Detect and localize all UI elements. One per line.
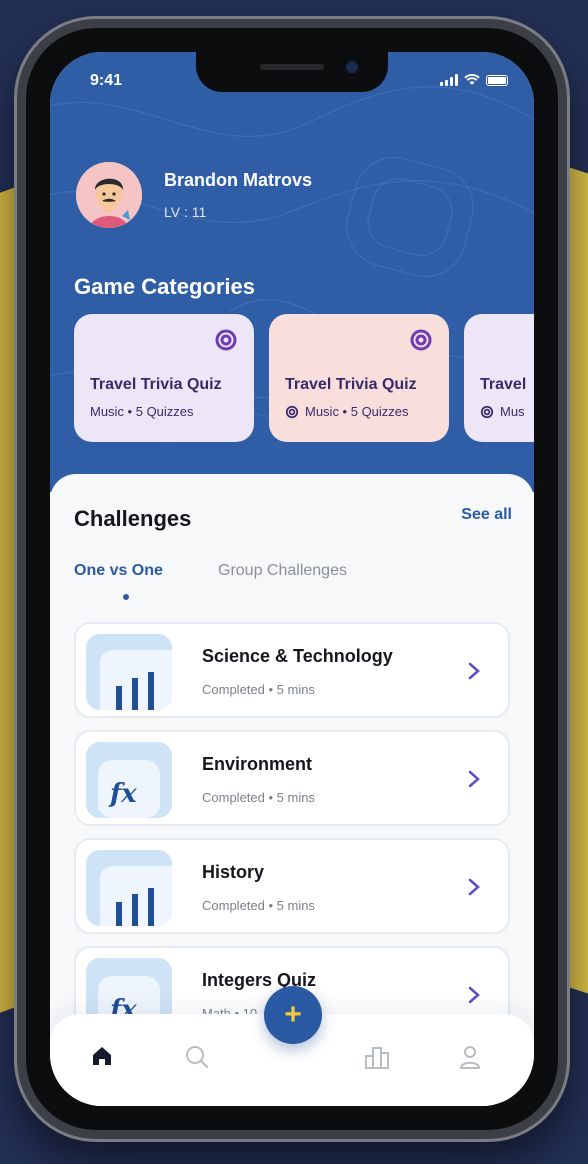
challenge-name: Environment: [202, 754, 313, 774]
category-meta: Music • 5 Quizzes: [285, 404, 409, 419]
battery-icon: [486, 75, 508, 86]
challenge-item[interactable]: History Completed • 5 mins: [74, 838, 510, 934]
app-screen: 9:41 Brandon Matrovs LV: 11 Game Catego…: [50, 52, 534, 1106]
tab-group-challenges[interactable]: Group Challenges: [218, 562, 347, 580]
challenge-thumb: fx: [86, 742, 172, 818]
active-tab-indicator: [123, 594, 129, 600]
fx-icon: fx: [86, 742, 172, 818]
phone-notch: [196, 52, 388, 92]
speaker-grille: [260, 64, 324, 70]
chevron-right-icon: [468, 662, 480, 680]
chevron-right-icon: [468, 878, 480, 896]
avatar-illustration: [76, 162, 142, 228]
add-button[interactable]: +: [264, 986, 322, 1044]
challenge-name: Science & Technology: [202, 646, 393, 666]
search-icon[interactable]: [184, 1044, 210, 1070]
category-ring-icon: [215, 329, 237, 351]
bar-chart-icon: [86, 850, 172, 926]
challenge-item[interactable]: Science & Technology Completed • 5 mins: [74, 622, 510, 718]
challenge-thumb: [86, 850, 172, 926]
category-meta: Music • 5 Quizzes: [90, 404, 194, 419]
game-categories-title: Game Categories: [74, 274, 255, 299]
category-ring-icon: [410, 329, 432, 351]
user-name: Brandon Matrovs: [164, 170, 313, 190]
tab-one-vs-one[interactable]: One vs One: [74, 562, 163, 580]
challenges-title: Challenges: [74, 506, 192, 531]
front-camera: [346, 61, 358, 73]
category-title: Travel Trivia Quiz: [90, 376, 222, 393]
category-title: Travel Trivia Quiz: [285, 376, 417, 393]
category-title: Travel: [480, 376, 527, 393]
music-icon: [285, 405, 299, 418]
signal-icon: [440, 74, 458, 86]
wifi-icon: [464, 74, 480, 85]
challenge-sub: Completed • 5 mins: [202, 682, 315, 697]
challenge-item[interactable]: fx Environment Completed • 5 mins: [74, 730, 510, 826]
challenge-name: History: [202, 862, 265, 882]
home-icon[interactable]: [90, 1044, 114, 1068]
leaderboard-icon[interactable]: [364, 1044, 390, 1070]
chevron-right-icon: [468, 986, 480, 1004]
status-time: 9:41: [90, 72, 123, 89]
category-meta-text: Music • 5 Quizzes: [90, 404, 194, 419]
challenge-sub: Completed • 5 mins: [202, 898, 315, 913]
category-meta: Mus: [480, 404, 525, 419]
user-level: LV : 11: [164, 204, 207, 220]
avatar[interactable]: [76, 162, 142, 228]
see-all-link[interactable]: See all: [461, 506, 512, 524]
category-meta-text: Music • 5 Quizzes: [305, 404, 409, 419]
music-icon: [480, 405, 494, 418]
category-card[interactable]: Travel Trivia Quiz Music • 5 Quizzes: [74, 314, 254, 442]
phone-frame: 9:41 Brandon Matrovs LV: 11 Game Catego…: [14, 16, 570, 1142]
category-card[interactable]: Travel Mus: [464, 314, 534, 442]
profile-icon[interactable]: [458, 1044, 482, 1070]
category-meta-text: Mus: [500, 404, 525, 419]
challenge-thumb: [86, 634, 172, 710]
status-icons: [440, 74, 508, 86]
svg-text:fx: fx: [108, 779, 137, 809]
challenge-sub: Completed • 5 mins: [202, 790, 315, 805]
chevron-right-icon: [468, 770, 480, 788]
bar-chart-icon: [86, 634, 172, 710]
category-card[interactable]: Travel Trivia Quiz Music • 5 Quizzes: [269, 314, 449, 442]
